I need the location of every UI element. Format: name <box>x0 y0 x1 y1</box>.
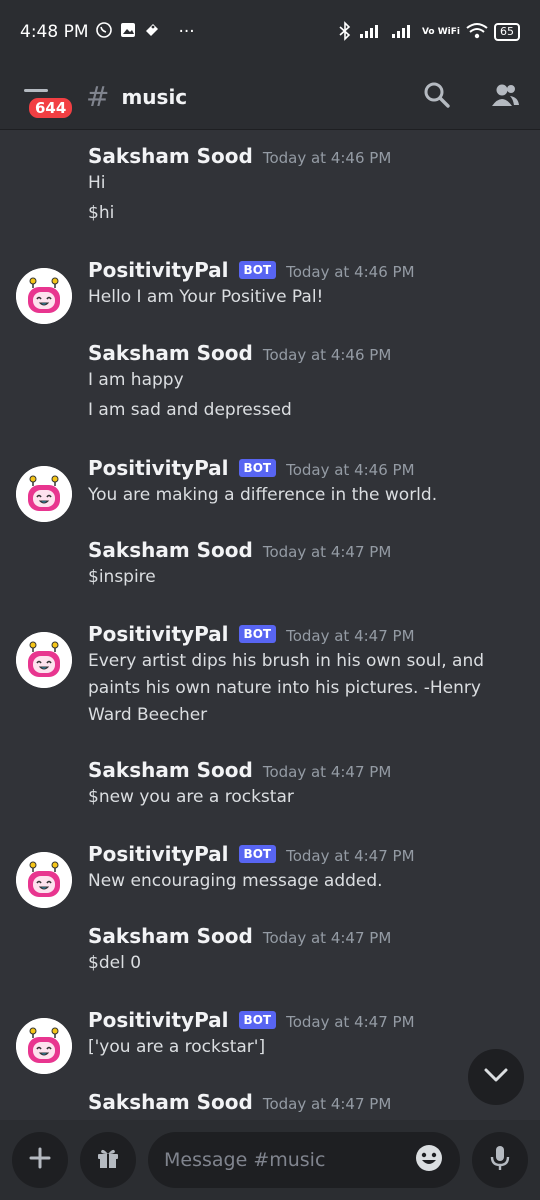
avatar[interactable] <box>16 1018 72 1074</box>
message-text: Hi <box>88 173 106 193</box>
scroll-to-bottom-button[interactable] <box>468 1049 524 1105</box>
status-more: ··· <box>178 22 195 42</box>
message-header: Saksham Sood Today at 4:47 PM <box>88 1090 391 1114</box>
channel-hash-icon: # <box>86 80 110 113</box>
menu-icon <box>24 88 48 92</box>
message-text: $new you are a rockstar <box>88 787 294 807</box>
signal-icon-2 <box>390 23 416 42</box>
gift-icon <box>95 1145 121 1175</box>
channel-header: 644 # music <box>0 64 540 130</box>
message-header: Saksham Sood Today at 4:47 PM <box>88 538 391 562</box>
status-bar: 4:48 PM ··· Vo WiFi 65 <box>0 0 540 64</box>
message-header: Saksham Sood Today at 4:46 PM <box>88 144 391 168</box>
message-timestamp: Today at 4:47 PM <box>262 929 392 947</box>
message-text: New encouraging message added. <box>88 871 383 891</box>
gift-button[interactable] <box>80 1132 136 1188</box>
message-author[interactable]: Saksham Sood <box>88 924 253 948</box>
signal-icon <box>358 23 384 42</box>
members-icon[interactable] <box>490 80 520 114</box>
message-author[interactable]: PositivityPal <box>88 622 229 646</box>
message-text: $hi <box>88 203 115 223</box>
bluetooth-icon <box>338 20 352 44</box>
bot-tag: BOT <box>238 845 277 863</box>
message-author[interactable]: PositivityPal <box>88 842 229 866</box>
message-text: You are making a difference in the world… <box>88 485 438 505</box>
message-text: ['you are a rockstar'] <box>88 1037 266 1057</box>
channel-title: music <box>121 84 188 109</box>
message-header: PositivityPal BOT Today at 4:47 PM <box>88 842 415 866</box>
message-text: I am sad and depressed <box>88 400 292 420</box>
message-author[interactable]: Saksham Sood <box>88 341 253 365</box>
message-text: $inspire <box>88 567 156 587</box>
plus-icon <box>29 1147 51 1173</box>
search-icon[interactable] <box>422 80 452 114</box>
message-header: PositivityPal BOT Today at 4:46 PM <box>88 456 415 480</box>
microphone-icon <box>489 1144 511 1176</box>
add-attachment-button[interactable] <box>12 1132 68 1188</box>
message-text: Hello I am Your Positive Pal! <box>88 287 324 307</box>
whatsapp-icon <box>95 21 113 44</box>
tag-icon <box>143 21 161 44</box>
message-author[interactable]: Saksham Sood <box>88 758 253 782</box>
message-timestamp: Today at 4:46 PM <box>286 461 415 479</box>
avatar[interactable] <box>16 632 72 688</box>
chevron-down-icon <box>483 1067 509 1087</box>
message-text: $del 0 <box>88 953 142 973</box>
battery-indicator: 65 <box>494 23 520 41</box>
message-header: Saksham Sood Today at 4:46 PM <box>88 341 391 365</box>
message-author[interactable]: PositivityPal <box>88 1008 229 1032</box>
avatar[interactable] <box>16 466 72 522</box>
vowifi-label: Vo WiFi <box>421 26 460 37</box>
avatar[interactable] <box>16 268 72 324</box>
message-header: PositivityPal BOT Today at 4:46 PM <box>88 258 415 282</box>
message-timestamp: Today at 4:47 PM <box>262 1095 392 1113</box>
message-header: Saksham Sood Today at 4:47 PM <box>88 758 391 782</box>
gallery-icon <box>119 21 137 44</box>
message-text: Every artist dips his brush in his own s… <box>88 651 485 725</box>
message-author[interactable]: PositivityPal <box>88 456 229 480</box>
message-timestamp: Today at 4:47 PM <box>286 847 415 865</box>
message-timestamp: Today at 4:46 PM <box>286 263 415 281</box>
message-timestamp: Today at 4:47 PM <box>286 1013 415 1031</box>
message-author[interactable]: Saksham Sood <box>88 538 253 562</box>
message-timestamp: Today at 4:47 PM <box>262 543 392 561</box>
message-header: PositivityPal BOT Today at 4:47 PM <box>88 622 415 646</box>
message-timestamp: Today at 4:47 PM <box>286 627 415 645</box>
message-timestamp: Today at 4:47 PM <box>262 763 392 781</box>
bot-tag: BOT <box>238 261 277 279</box>
bot-tag: BOT <box>238 1011 277 1029</box>
message-composer <box>0 1120 540 1200</box>
message-input[interactable] <box>164 1149 414 1171</box>
message-timestamp: Today at 4:46 PM <box>262 149 392 167</box>
message-author[interactable]: PositivityPal <box>88 258 229 282</box>
voice-message-button[interactable] <box>472 1132 528 1188</box>
avatar[interactable] <box>16 852 72 908</box>
message-author[interactable]: Saksham Sood <box>88 144 253 168</box>
message-header: PositivityPal BOT Today at 4:47 PM <box>88 1008 415 1032</box>
bot-tag: BOT <box>238 625 277 643</box>
message-list[interactable]: Saksham Sood Today at 4:46 PM Hi $hi Positiv… <box>0 130 540 1120</box>
message-input-container[interactable] <box>148 1132 460 1188</box>
emoji-icon[interactable] <box>414 1143 444 1177</box>
message-timestamp: Today at 4:46 PM <box>262 346 392 364</box>
unread-badge: 644 <box>26 94 76 121</box>
status-time: 4:48 PM <box>20 22 89 42</box>
bot-tag: BOT <box>238 459 277 477</box>
message-header: Saksham Sood Today at 4:47 PM <box>88 924 391 948</box>
menu-button[interactable]: 644 <box>20 75 76 121</box>
message-author[interactable]: Saksham Sood <box>88 1090 253 1114</box>
wifi-icon <box>466 22 488 43</box>
message-text: I am happy <box>88 370 184 390</box>
